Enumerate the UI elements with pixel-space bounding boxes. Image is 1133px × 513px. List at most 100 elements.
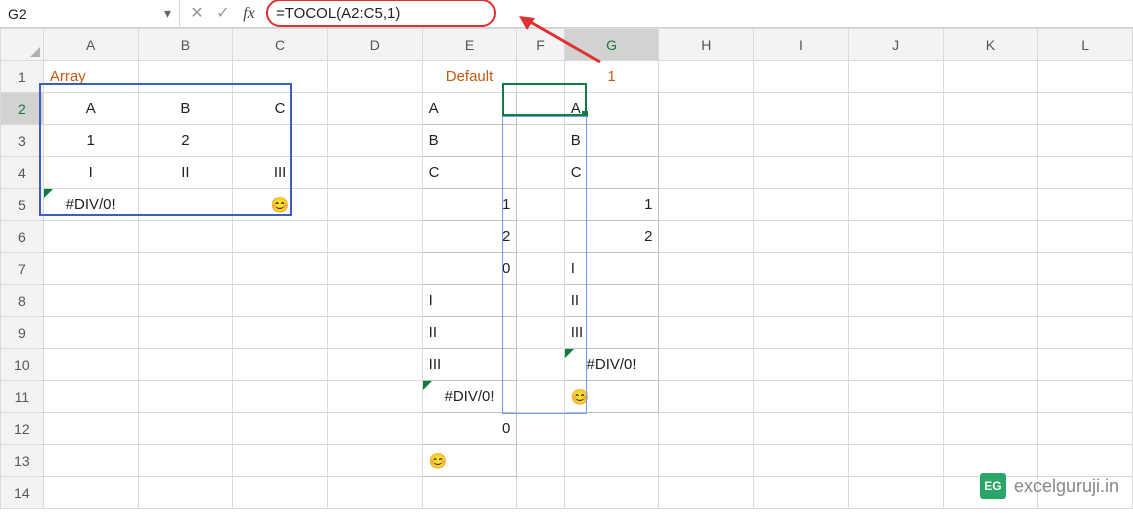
cell-G14[interactable] <box>564 477 659 509</box>
col-header-B[interactable]: B <box>138 29 233 61</box>
col-header-F[interactable]: F <box>517 29 564 61</box>
cell-H6[interactable] <box>659 221 754 253</box>
row-header-5[interactable]: 5 <box>1 189 44 221</box>
cell-C2[interactable]: C <box>233 93 328 125</box>
cell-I8[interactable] <box>754 285 849 317</box>
cell-J10[interactable] <box>848 349 943 381</box>
cell-I5[interactable] <box>754 189 849 221</box>
cell-D13[interactable] <box>327 445 422 477</box>
row-header-12[interactable]: 12 <box>1 413 44 445</box>
cell-A12[interactable] <box>43 413 138 445</box>
cell-F10[interactable] <box>517 349 564 381</box>
col-header-C[interactable]: C <box>233 29 328 61</box>
cell-E5[interactable]: 1 <box>422 189 517 221</box>
cell-K13[interactable] <box>943 445 1038 477</box>
cell-B9[interactable] <box>138 317 233 349</box>
cell-C3[interactable] <box>233 125 328 157</box>
cell-H14[interactable] <box>659 477 754 509</box>
cell-I2[interactable] <box>754 93 849 125</box>
cell-A5[interactable]: #DIV/0! <box>43 189 138 221</box>
cell-L12[interactable] <box>1038 413 1133 445</box>
cell-K3[interactable] <box>943 125 1038 157</box>
cell-A8[interactable] <box>43 285 138 317</box>
cell-E14[interactable] <box>422 477 517 509</box>
cell-I9[interactable] <box>754 317 849 349</box>
cell-A11[interactable] <box>43 381 138 413</box>
cell-J4[interactable] <box>848 157 943 189</box>
cell-C14[interactable] <box>233 477 328 509</box>
cell-K9[interactable] <box>943 317 1038 349</box>
cell-J13[interactable] <box>848 445 943 477</box>
cell-B10[interactable] <box>138 349 233 381</box>
cell-F9[interactable] <box>517 317 564 349</box>
cell-D6[interactable] <box>327 221 422 253</box>
col-header-J[interactable]: J <box>848 29 943 61</box>
cell-J3[interactable] <box>848 125 943 157</box>
cell-D5[interactable] <box>327 189 422 221</box>
row-header-13[interactable]: 13 <box>1 445 44 477</box>
cell-C4[interactable]: III <box>233 157 328 189</box>
name-box[interactable]: G2 ▾ <box>0 0 180 27</box>
col-header-A[interactable]: A <box>43 29 138 61</box>
cell-D14[interactable] <box>327 477 422 509</box>
cell-J9[interactable] <box>848 317 943 349</box>
cell-G4[interactable]: C <box>564 157 659 189</box>
cell-F2[interactable] <box>517 93 564 125</box>
cell-A1[interactable]: Array <box>43 61 138 93</box>
cell-K7[interactable] <box>943 253 1038 285</box>
cell-G3[interactable]: B <box>564 125 659 157</box>
cell-D12[interactable] <box>327 413 422 445</box>
cell-F11[interactable] <box>517 381 564 413</box>
cell-I3[interactable] <box>754 125 849 157</box>
cell-L6[interactable] <box>1038 221 1133 253</box>
cell-B14[interactable] <box>138 477 233 509</box>
cell-E10[interactable]: III <box>422 349 517 381</box>
cell-L9[interactable] <box>1038 317 1133 349</box>
cell-J14[interactable] <box>848 477 943 509</box>
col-header-E[interactable]: E <box>422 29 517 61</box>
cell-K12[interactable] <box>943 413 1038 445</box>
cell-L2[interactable] <box>1038 93 1133 125</box>
fx-icon[interactable]: fx <box>240 6 258 22</box>
cell-G5[interactable]: 1 <box>564 189 659 221</box>
cell-D3[interactable] <box>327 125 422 157</box>
cell-L7[interactable] <box>1038 253 1133 285</box>
cell-A2[interactable]: A <box>43 93 138 125</box>
cell-J8[interactable] <box>848 285 943 317</box>
cell-L5[interactable] <box>1038 189 1133 221</box>
cell-I14[interactable] <box>754 477 849 509</box>
cell-C6[interactable] <box>233 221 328 253</box>
cell-B5[interactable] <box>138 189 233 221</box>
cell-H3[interactable] <box>659 125 754 157</box>
cell-J1[interactable] <box>848 61 943 93</box>
cell-G8[interactable]: II <box>564 285 659 317</box>
cell-H4[interactable] <box>659 157 754 189</box>
cell-L11[interactable] <box>1038 381 1133 413</box>
cell-G12[interactable] <box>564 413 659 445</box>
row-header-3[interactable]: 3 <box>1 125 44 157</box>
row-header-9[interactable]: 9 <box>1 317 44 349</box>
cell-F5[interactable] <box>517 189 564 221</box>
cell-E4[interactable]: C <box>422 157 517 189</box>
cell-E9[interactable]: II <box>422 317 517 349</box>
cell-F14[interactable] <box>517 477 564 509</box>
cell-I4[interactable] <box>754 157 849 189</box>
cell-E13[interactable]: 😊 <box>422 445 517 477</box>
cell-H13[interactable] <box>659 445 754 477</box>
chevron-down-icon[interactable]: ▾ <box>164 5 171 22</box>
cell-E6[interactable]: 2 <box>422 221 517 253</box>
cell-K4[interactable] <box>943 157 1038 189</box>
cell-K1[interactable] <box>943 61 1038 93</box>
cell-C8[interactable] <box>233 285 328 317</box>
cell-I13[interactable] <box>754 445 849 477</box>
cell-B2[interactable]: B <box>138 93 233 125</box>
cell-K11[interactable] <box>943 381 1038 413</box>
cell-A4[interactable]: I <box>43 157 138 189</box>
cell-H8[interactable] <box>659 285 754 317</box>
cell-C10[interactable] <box>233 349 328 381</box>
cell-J7[interactable] <box>848 253 943 285</box>
cell-F8[interactable] <box>517 285 564 317</box>
cell-H10[interactable] <box>659 349 754 381</box>
cell-C11[interactable] <box>233 381 328 413</box>
cell-L10[interactable] <box>1038 349 1133 381</box>
